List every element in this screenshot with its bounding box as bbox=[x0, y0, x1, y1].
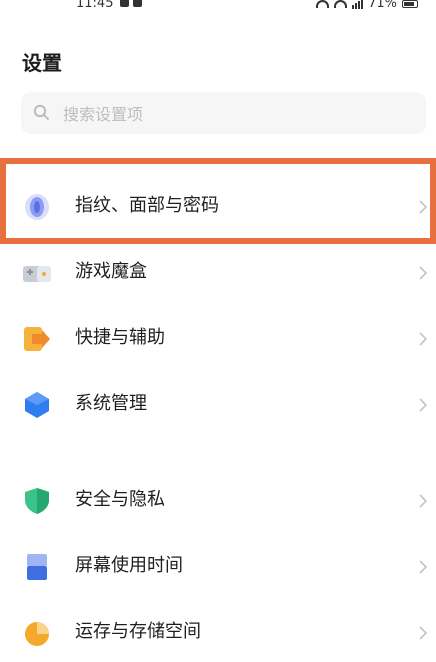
menu-item-memory-storage[interactable]: 运存与存储空间 bbox=[0, 602, 436, 662]
shortcut-icon bbox=[24, 327, 50, 351]
menu-item-screen-time[interactable]: 屏幕使用时间 bbox=[0, 536, 436, 596]
fingerprint-icon bbox=[25, 194, 49, 220]
status-bar: 11:45 71% bbox=[0, 0, 436, 14]
search-icon bbox=[33, 104, 49, 120]
chevron-right-icon bbox=[419, 494, 428, 508]
menu-item-game-box[interactable]: 游戏魔盒 bbox=[0, 242, 436, 302]
notification-icons bbox=[120, 0, 142, 7]
status-time: 11:45 bbox=[76, 0, 114, 11]
menu-item-fingerprint-face-password[interactable]: 指纹、面部与密码 bbox=[0, 176, 436, 236]
chevron-right-icon bbox=[419, 266, 428, 280]
menu-item-label: 系统管理 bbox=[75, 393, 147, 414]
chevron-right-icon bbox=[419, 332, 428, 346]
menu-item-shortcut-assist[interactable]: 快捷与辅助 bbox=[0, 308, 436, 368]
chevron-right-icon bbox=[419, 560, 428, 574]
shield-icon bbox=[25, 488, 49, 514]
menu-item-security-privacy[interactable]: 安全与隐私 bbox=[0, 470, 436, 530]
battery-percent: 71% bbox=[368, 0, 397, 11]
menu-item-system-management[interactable]: 系统管理 bbox=[0, 374, 436, 434]
wifi-icon bbox=[316, 0, 330, 8]
search-box[interactable] bbox=[21, 92, 426, 136]
game-box-icon bbox=[23, 266, 51, 282]
chevron-right-icon bbox=[419, 398, 428, 412]
status-right: 71% bbox=[316, 0, 418, 11]
signal-icon bbox=[352, 0, 364, 9]
menu-item-label: 指纹、面部与密码 bbox=[75, 195, 219, 216]
wifi-icon bbox=[334, 0, 348, 8]
search-input[interactable] bbox=[61, 92, 405, 136]
battery-icon bbox=[402, 0, 418, 8]
screen-time-icon bbox=[27, 554, 47, 580]
storage-pie-icon bbox=[25, 622, 49, 646]
menu-item-label: 运存与存储空间 bbox=[75, 621, 201, 642]
page-title: 设置 bbox=[22, 51, 62, 75]
menu-item-label: 屏幕使用时间 bbox=[75, 555, 183, 576]
chevron-right-icon bbox=[419, 200, 428, 214]
menu-item-label: 游戏魔盒 bbox=[75, 261, 147, 282]
system-hexagon-icon bbox=[25, 392, 49, 418]
menu-item-label: 安全与隐私 bbox=[75, 489, 165, 510]
menu-item-label: 快捷与辅助 bbox=[75, 327, 165, 348]
chevron-right-icon bbox=[419, 626, 428, 640]
